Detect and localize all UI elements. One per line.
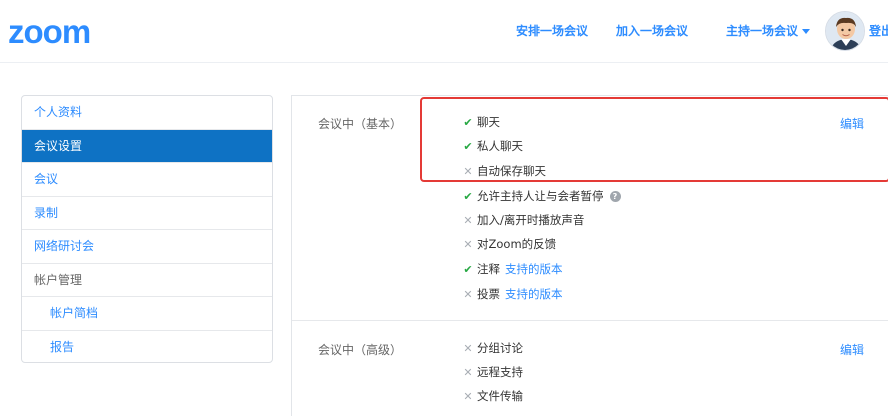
option-label: 加入/离开时播放声音 — [477, 213, 585, 227]
host-meeting-menu[interactable]: 主持一场会议 — [726, 22, 811, 39]
option-private-chat: ✔ 私人聊天 — [462, 137, 523, 155]
sidebar-item-account-profile[interactable]: 帐户简档 — [22, 297, 272, 331]
cross-icon: ✕ — [463, 214, 473, 227]
option-label: 私人聊天 — [477, 139, 523, 153]
option-label: 文件传输 — [477, 389, 523, 403]
supported-versions-link[interactable]: 支持的版本 — [505, 287, 563, 301]
chevron-down-icon — [802, 29, 811, 34]
cross-icon: ✕ — [463, 165, 473, 178]
option-label: 分组讨论 — [477, 341, 523, 355]
option-breakout-room: ✕ 分组讨论 — [462, 339, 523, 357]
check-icon: ✔ — [463, 190, 473, 203]
check-icon: ✔ — [463, 140, 473, 153]
sidebar-item-profile[interactable]: 个人资料 — [22, 96, 272, 130]
section-title-advanced: 会议中（高级） — [318, 343, 403, 357]
avatar[interactable] — [825, 11, 865, 51]
logout-link[interactable]: 登出 — [869, 22, 888, 39]
option-feedback-to-zoom: ✕ 对Zoom的反馈 — [462, 235, 556, 253]
section-divider — [292, 320, 888, 321]
cross-icon: ✕ — [463, 288, 473, 301]
cross-icon: ✕ — [463, 390, 473, 403]
sidebar-item-meeting-settings[interactable]: 会议设置 — [22, 129, 272, 163]
edit-advanced-button[interactable]: 编辑 — [840, 341, 864, 358]
option-label: 远程支持 — [477, 365, 523, 379]
header-divider — [0, 62, 888, 63]
check-icon: ✔ — [463, 263, 473, 276]
user-avatar-image — [826, 12, 864, 50]
option-auto-save-chat: ✕ 自动保存聊天 — [462, 162, 546, 180]
question-icon[interactable]: ? — [609, 191, 621, 202]
cross-icon: ✕ — [463, 342, 473, 355]
settings-panel: 会议中（基本） 编辑 ✔ 聊天 ✔ 私人聊天 ✕ 自动保存聊天 ✔ 允许主持人让与会者暂… — [291, 95, 888, 416]
section-title-basic: 会议中（基本） — [318, 117, 403, 131]
option-file-transfer: ✕ 文件传输 — [462, 387, 523, 405]
cross-icon: ✕ — [463, 238, 473, 251]
option-polling: ✕ 投票 支持的版本 — [462, 285, 563, 303]
supported-versions-link[interactable]: 支持的版本 — [505, 262, 563, 276]
sidebar-item-meetings[interactable]: 会议 — [22, 163, 272, 197]
zoom-logo[interactable]: zoom — [8, 12, 91, 52]
option-label: 投票 — [477, 287, 500, 301]
host-meeting-label: 主持一场会议 — [726, 24, 799, 38]
option-label: 允许主持人让与会者暂停 — [477, 189, 604, 203]
option-annotation: ✔ 注释 支持的版本 — [462, 260, 563, 278]
option-chat: ✔ 聊天 — [462, 113, 500, 131]
option-remote-support: ✕ 远程支持 — [462, 363, 523, 381]
sidebar-item-recordings[interactable]: 录制 — [22, 197, 272, 230]
option-label: 注释 — [477, 262, 500, 276]
cross-icon: ✕ — [463, 366, 473, 379]
check-icon: ✔ — [463, 116, 473, 129]
option-join-leave-sound: ✕ 加入/离开时播放声音 — [462, 211, 584, 229]
schedule-meeting-link[interactable]: 安排一场会议 — [516, 22, 588, 39]
edit-basic-button[interactable]: 编辑 — [840, 115, 864, 132]
sidebar-item-webinars[interactable]: 网络研讨会 — [22, 230, 272, 264]
option-label: 对Zoom的反馈 — [477, 237, 557, 251]
option-label: 聊天 — [477, 115, 500, 129]
sidebar-item-reports[interactable]: 报告 — [22, 331, 272, 363]
option-host-put-attendee-on-hold: ✔ 允许主持人让与会者暂停? — [462, 187, 621, 205]
sidebar-item-account-management: 帐户管理 — [22, 264, 272, 297]
option-label: 自动保存聊天 — [477, 164, 546, 178]
join-meeting-link[interactable]: 加入一场会议 — [616, 22, 688, 39]
settings-sidebar: 个人资料 会议设置 会议 录制 网络研讨会 帐户管理 帐户简档 报告 — [21, 95, 273, 363]
